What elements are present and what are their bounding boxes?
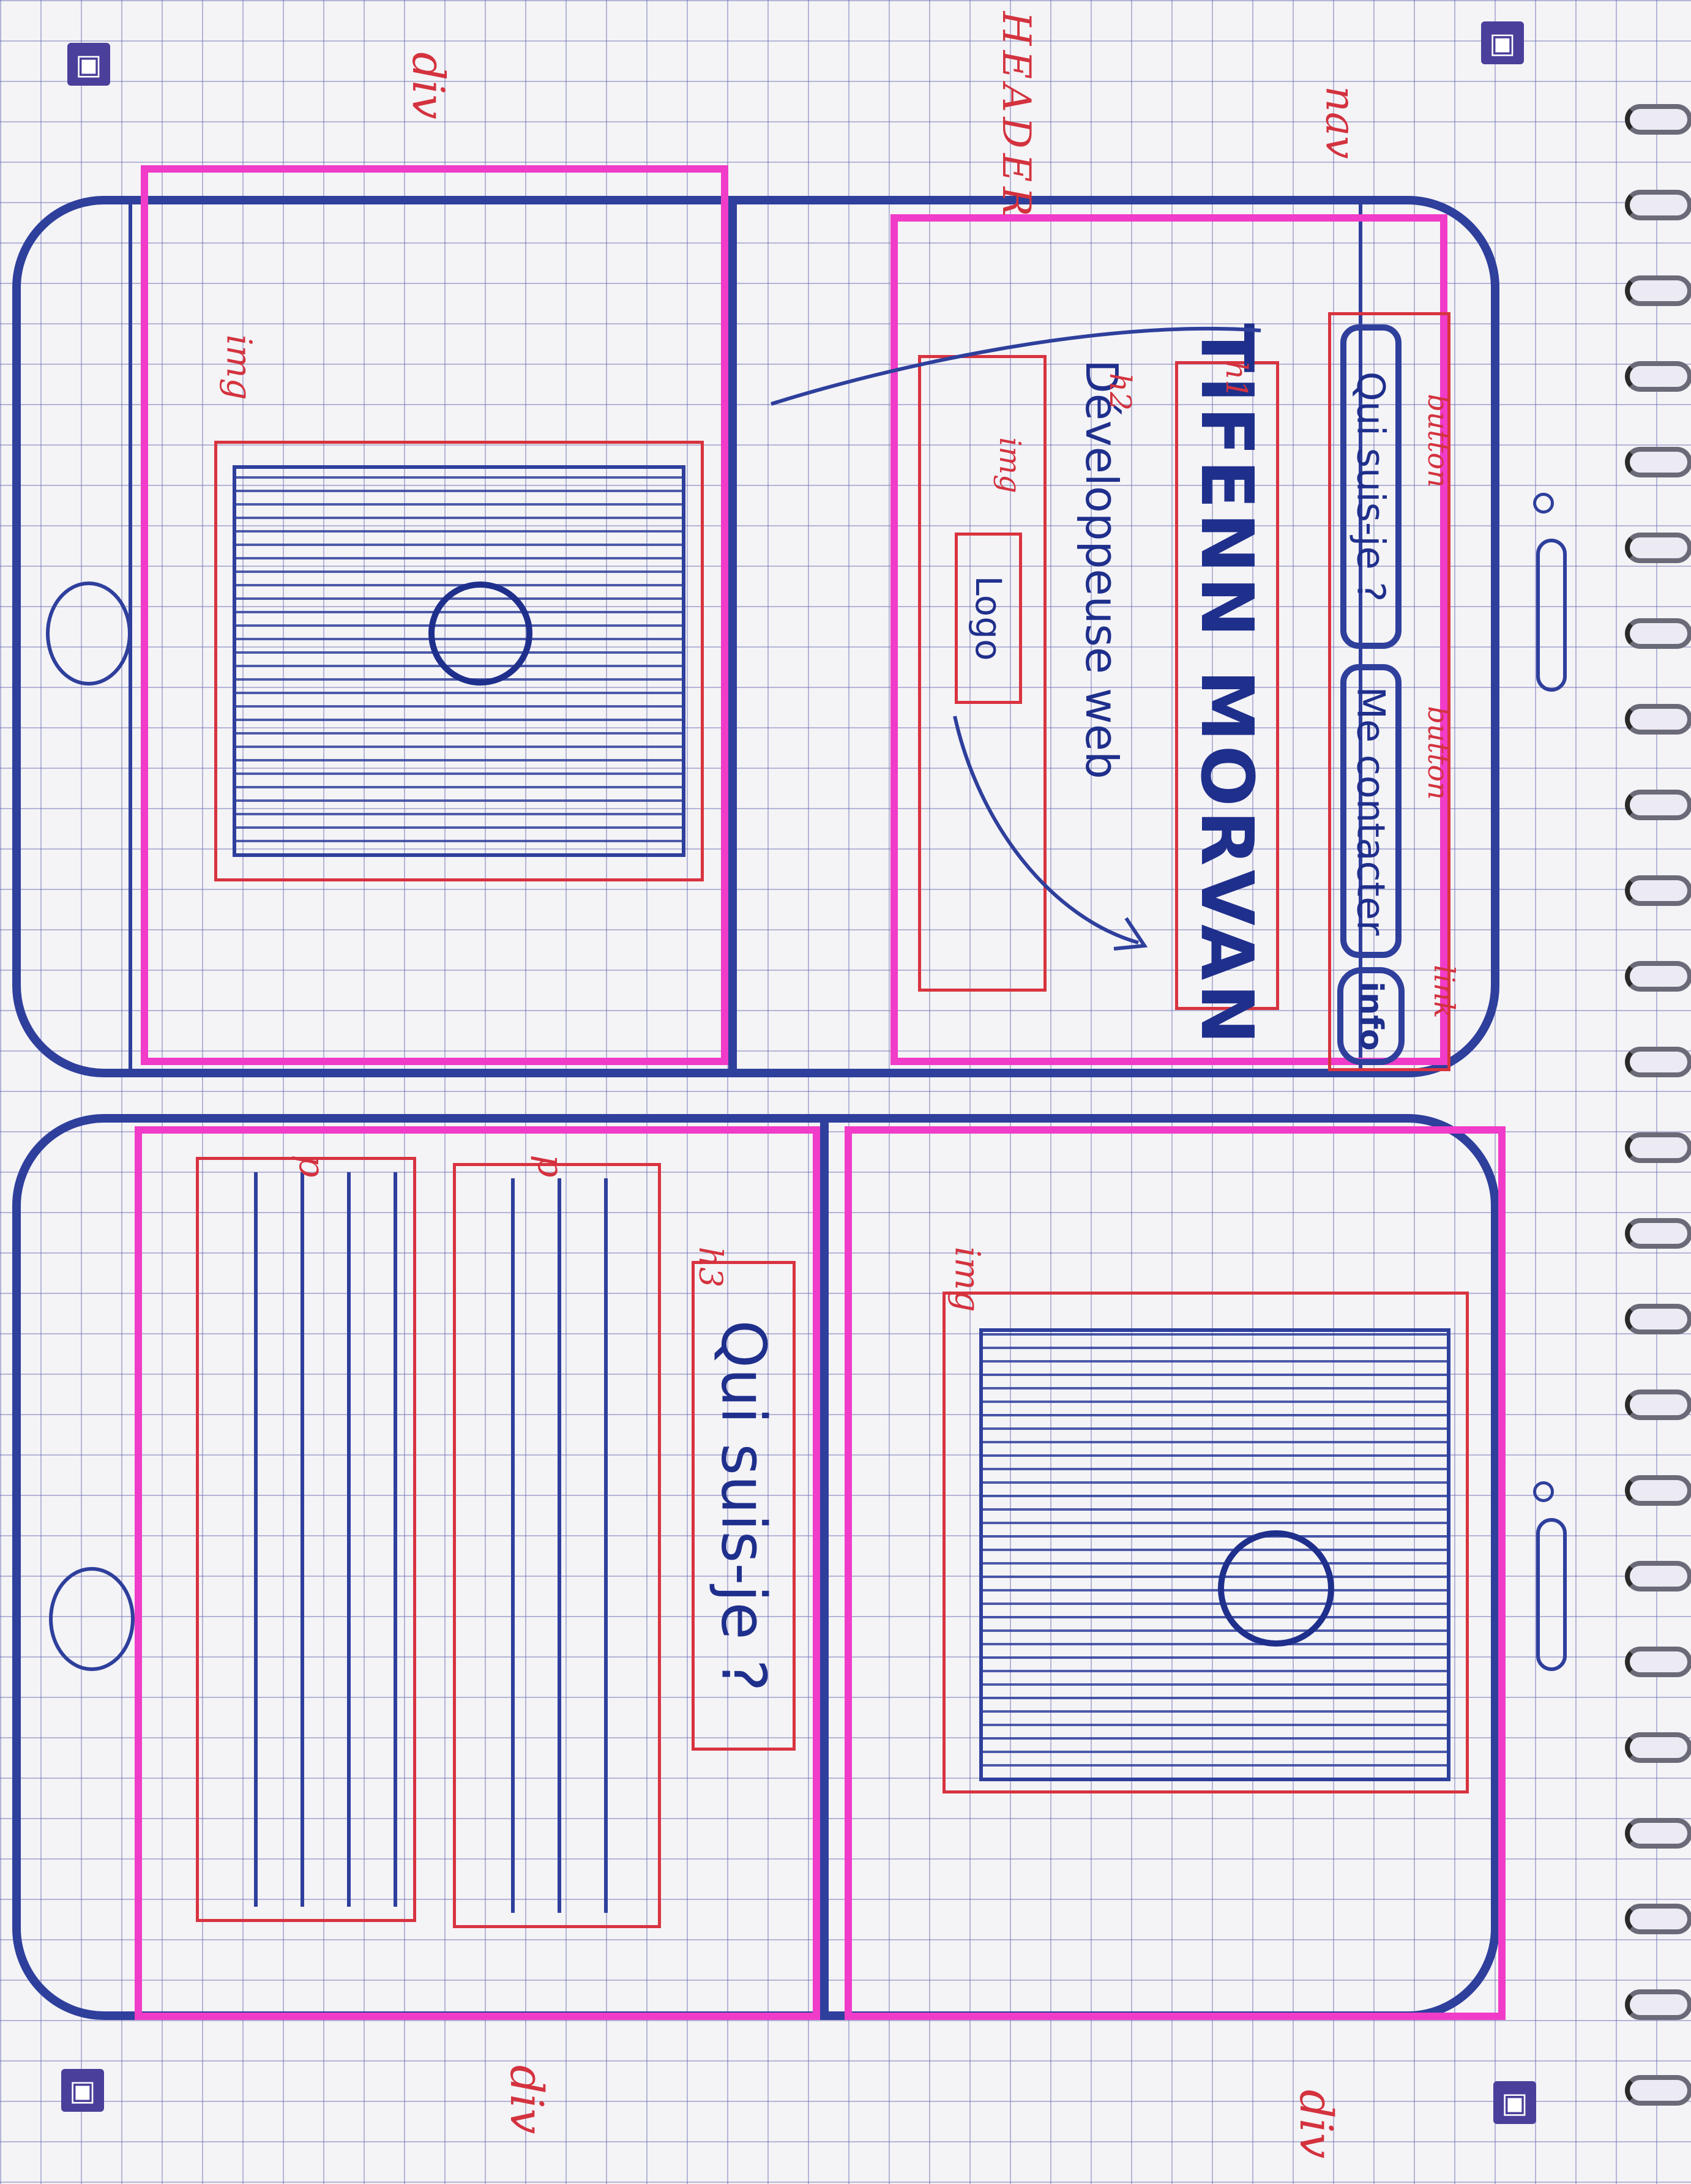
arrow-header-connector: [771, 326, 1261, 406]
arrow-logo-connector-head: [1113, 917, 1148, 951]
arrow-logo-connector: [953, 716, 1139, 944]
annotation-arrows: [771, 326, 1261, 951]
